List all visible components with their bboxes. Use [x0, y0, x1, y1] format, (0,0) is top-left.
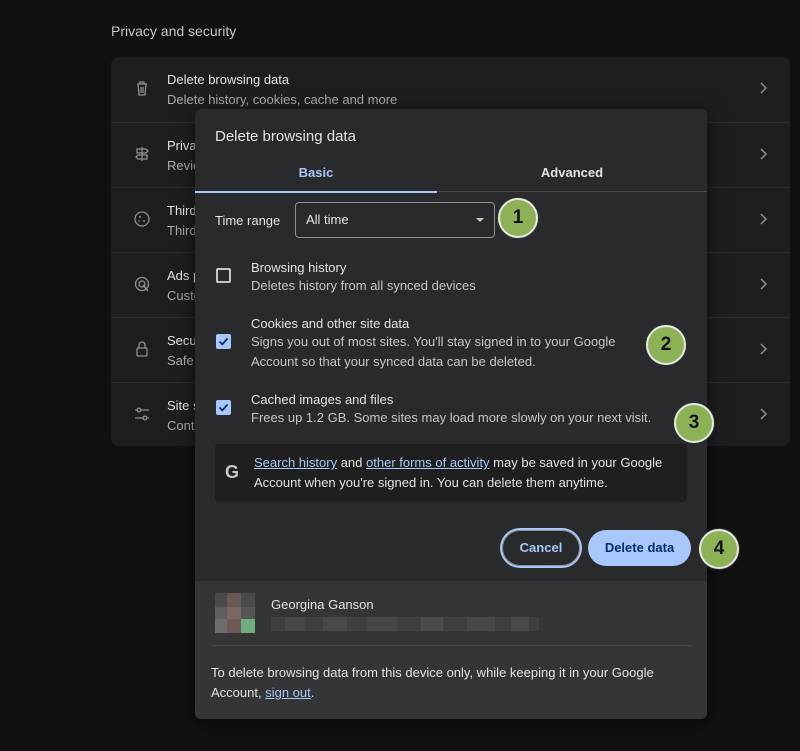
chevron-right-icon [760, 213, 768, 225]
tab-basic[interactable]: Basic [195, 155, 437, 193]
option-title: Browsing history [251, 260, 347, 275]
time-range-select[interactable]: All time [295, 202, 495, 238]
row-title: Delete browsing data [167, 72, 290, 87]
signpost-icon [135, 147, 149, 161]
search-history-link[interactable]: Search history [254, 455, 337, 470]
time-range-label: Time range [215, 213, 281, 228]
cached-images-checkbox[interactable] [216, 400, 231, 415]
cookie-icon [134, 211, 150, 227]
callout-2: 2 [646, 325, 686, 365]
callout-3: 3 [674, 403, 714, 443]
row-subtitle: Cont [167, 418, 195, 433]
callout-4: 4 [699, 529, 739, 569]
footer-end: . [310, 685, 315, 700]
row-subtitle: Delete history, cookies, cache and more [167, 92, 398, 107]
footer-text: To delete browsing data from this device… [211, 663, 695, 703]
active-tab-indicator [195, 191, 437, 193]
row-title: Priva [167, 138, 197, 153]
other-activity-link[interactable]: other forms of activity [366, 455, 490, 470]
option-description: Frees up 1.2 GB. Some sites may load mor… [251, 410, 652, 425]
lock-icon [136, 341, 148, 357]
account-section: Georgina Ganson To delete browsing data … [195, 581, 707, 719]
option-description: Deletes history from all synced devices [251, 278, 476, 293]
dropdown-caret-icon [476, 218, 484, 222]
time-range-value: All time [306, 212, 349, 227]
row-title: Third [167, 203, 197, 218]
browsing-history-checkbox[interactable] [216, 268, 231, 283]
google-activity-info-box: G Search history and other forms of acti… [215, 444, 687, 502]
row-title: Secu [167, 333, 197, 348]
sliders-icon [135, 407, 149, 421]
sign-out-link[interactable]: sign out [265, 685, 311, 700]
delete-browsing-data-dialog: Delete browsing data Basic Advanced Time… [195, 109, 707, 719]
checkmark-icon [218, 403, 229, 412]
option-description: Signs you out of most sites. You'll stay… [251, 334, 616, 369]
cancel-button[interactable]: Cancel [502, 530, 580, 566]
option-title: Cookies and other site data [251, 316, 410, 331]
chevron-right-icon [760, 148, 768, 160]
option-title: Cached images and files [251, 392, 394, 407]
chevron-right-icon [760, 278, 768, 290]
google-icon: G [225, 462, 240, 482]
chevron-right-icon [760, 408, 768, 420]
row-subtitle: Third [167, 223, 197, 238]
callout-1: 1 [498, 198, 538, 238]
account-divider [211, 645, 691, 646]
info-connector: and [337, 455, 367, 470]
tab-label: Basic [298, 165, 334, 180]
chevron-right-icon [760, 82, 768, 94]
chevron-right-icon [760, 343, 768, 355]
dialog-title: Delete browsing data [215, 128, 356, 145]
avatar [215, 593, 255, 633]
row-subtitle: Safe [167, 353, 194, 368]
section-title: Privacy and security [111, 23, 237, 39]
ads-icon [134, 276, 150, 292]
tab-advanced[interactable]: Advanced [451, 155, 693, 192]
delete-data-button[interactable]: Delete data [588, 530, 691, 566]
dialog-tabs: Basic Advanced [195, 155, 707, 193]
cookies-checkbox[interactable] [216, 334, 231, 349]
trash-icon [137, 81, 147, 96]
redacted-email [271, 617, 539, 631]
checkmark-icon [218, 337, 229, 346]
account-name: Georgina Ganson [271, 597, 374, 612]
info-text: Search history and other forms of activi… [254, 453, 679, 493]
tab-label: Advanced [540, 165, 604, 180]
